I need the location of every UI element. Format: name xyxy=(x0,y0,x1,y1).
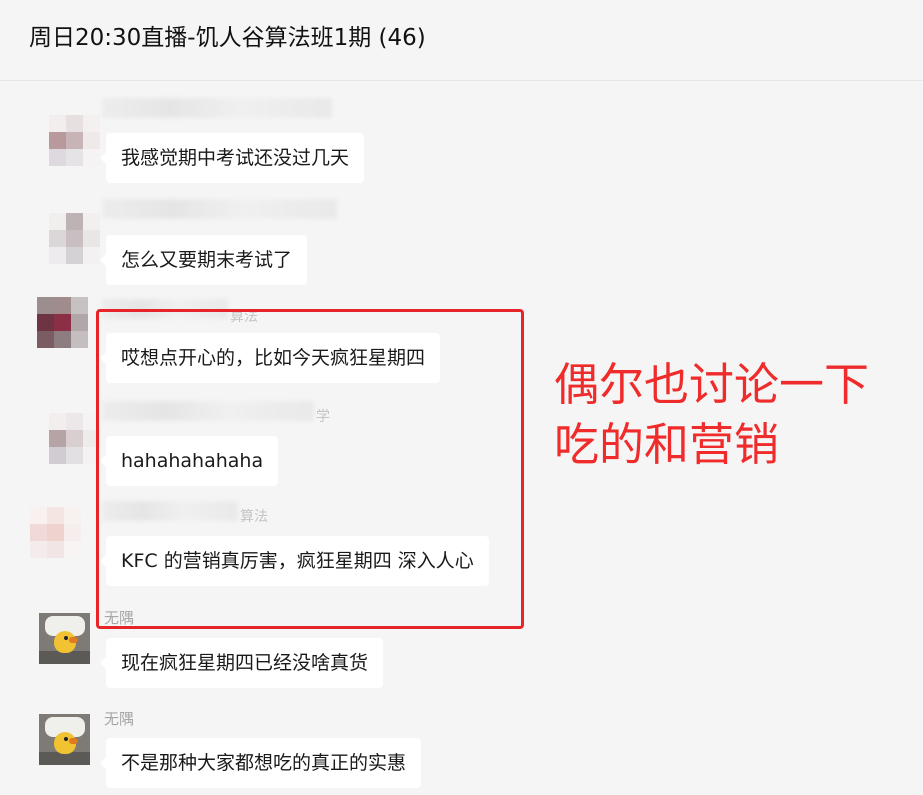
sender-name: 无隅 xyxy=(104,710,135,728)
duck-avatar[interactable] xyxy=(39,613,90,664)
annotation-text: 偶尔也讨论一下 吃的和营销 xyxy=(554,355,914,475)
duck-avatar[interactable] xyxy=(39,714,90,765)
chat-title[interactable]: 周日20:30直播-饥人谷算法班1期 (46) xyxy=(29,18,426,52)
avatar[interactable] xyxy=(30,507,81,558)
annotation-line-1: 偶尔也讨论一下 xyxy=(554,358,870,411)
annotation-line-2: 吃的和营销 xyxy=(554,418,780,471)
message-bubble[interactable]: 不是那种大家都想吃的真正的实惠 xyxy=(99,738,422,788)
sender-name-blurred xyxy=(102,199,337,219)
avatar[interactable] xyxy=(49,213,100,264)
message-bubble[interactable]: 怎么又要期末考试了 xyxy=(99,235,308,285)
chat-header: 周日20:30直播-饥人谷算法班1期 (46) xyxy=(0,0,923,81)
message-bubble[interactable]: 我感觉期中考试还没过几天 xyxy=(99,133,365,183)
avatar[interactable] xyxy=(49,115,100,166)
highlight-box xyxy=(96,309,524,629)
avatar[interactable] xyxy=(37,297,88,348)
message-bubble[interactable]: 现在疯狂星期四已经没啥真货 xyxy=(99,638,384,688)
avatar[interactable] xyxy=(49,413,100,464)
sender-name-blurred xyxy=(102,98,332,118)
